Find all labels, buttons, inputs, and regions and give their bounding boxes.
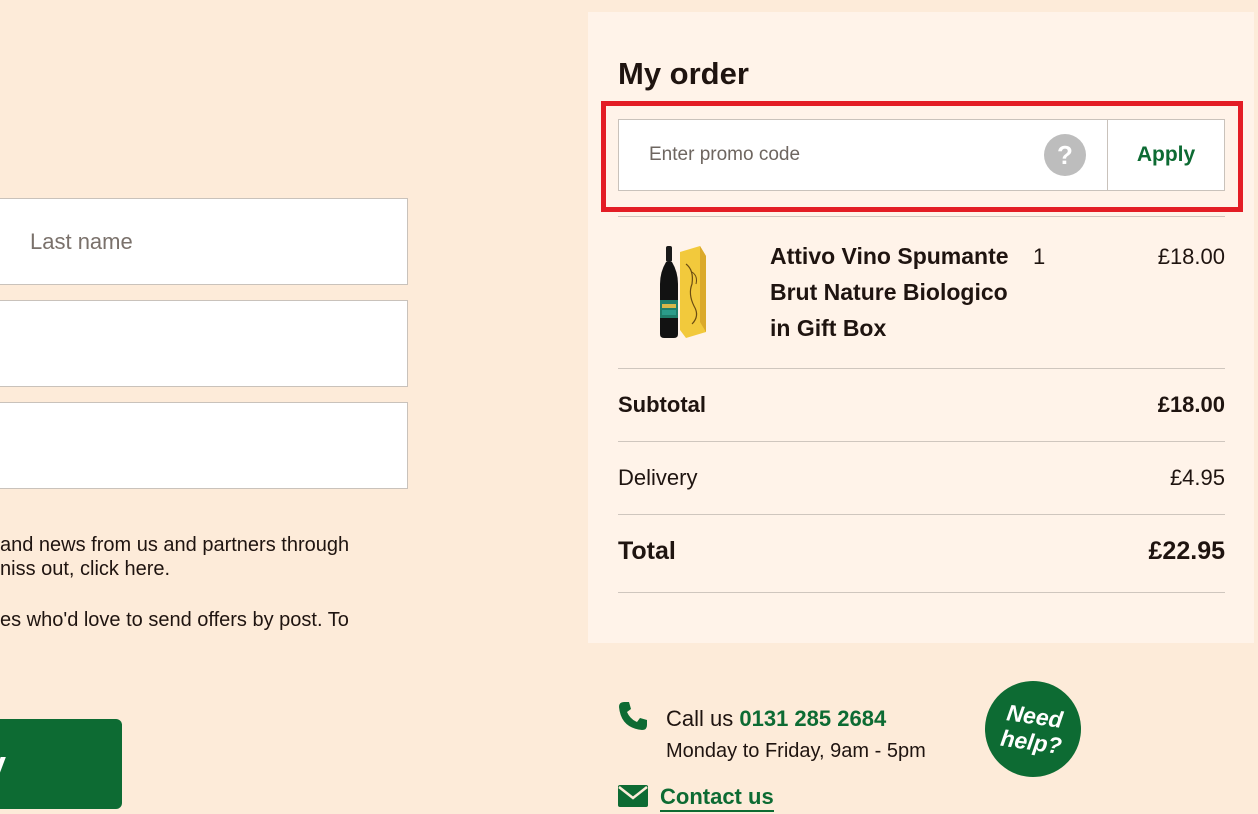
total-label: Total [618, 537, 676, 565]
call-us-line: Call us 0131 285 2684 [666, 706, 886, 732]
delivery-label: Delivery [618, 465, 698, 490]
total-value: £22.95 [1148, 537, 1225, 565]
product-quantity: 1 [1033, 244, 1046, 269]
consent-click-here-link[interactable]: niss out, click here. [0, 557, 420, 581]
wine-bottle-gift-box-icon [660, 246, 706, 338]
promo-code-box: ? Apply [618, 119, 1225, 191]
subtotal-value: £18.00 [1157, 392, 1225, 417]
consent-line: es who'd love to send offers by post. To [0, 609, 349, 631]
call-us-label: Call us [666, 706, 734, 731]
form-field-3[interactable] [0, 402, 408, 489]
divider [618, 441, 1225, 442]
divider [618, 216, 1225, 217]
phone-number-link[interactable]: 0131 285 2684 [739, 706, 886, 731]
order-title: My order [618, 56, 749, 91]
mail-icon [618, 785, 648, 807]
delivery-row: Delivery £4.95 [618, 465, 1225, 491]
consent-line: and news from us and partners through [0, 534, 350, 556]
need-help-badge[interactable]: Need help? [978, 674, 1088, 784]
last-name-input[interactable] [0, 198, 408, 285]
form-field-2[interactable] [0, 300, 408, 387]
total-row: Total £22.95 [618, 537, 1225, 566]
opening-hours: Monday to Friday, 9am - 5pm [666, 740, 926, 762]
product-price: £18.00 [1157, 244, 1225, 269]
marketing-consent-text: and news from us and partners through ni… [0, 533, 420, 581]
promo-code-input[interactable] [619, 120, 1044, 190]
delivery-value: £4.95 [1169, 465, 1225, 490]
question-mark-icon[interactable]: ? [1044, 134, 1086, 176]
apply-promo-button[interactable]: Apply [1107, 120, 1224, 190]
subtotal-label: Subtotal [618, 392, 706, 417]
post-consent-text: es who'd love to send offers by post. To [0, 608, 420, 632]
phone-icon [619, 702, 647, 730]
divider [618, 368, 1225, 369]
pay-button[interactable]: y [0, 719, 122, 809]
contact-us-link[interactable]: Contact us [660, 784, 774, 812]
order-summary-panel: My order ? Apply Attivo Vino Spumante Br… [588, 12, 1254, 643]
subtotal-row: Subtotal £18.00 [618, 392, 1225, 418]
product-name: Attivo Vino Spumante Brut Nature Biologi… [770, 243, 1009, 341]
divider [618, 514, 1225, 515]
divider [618, 592, 1225, 593]
